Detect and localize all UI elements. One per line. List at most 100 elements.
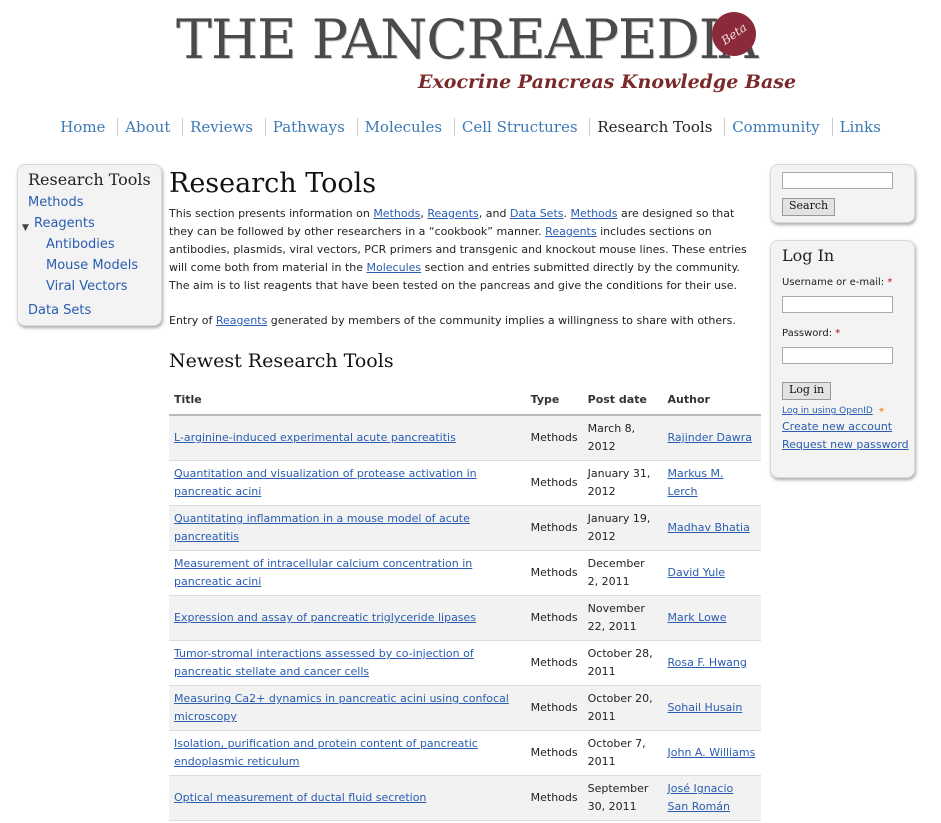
row-type: Methods bbox=[525, 595, 583, 641]
table-row: Quantitation and visualization of protea… bbox=[169, 460, 761, 506]
logo-title: THE PANCREAPEDIA bbox=[176, 8, 758, 71]
table-row: Tumor-stromal interactions assessed by c… bbox=[169, 640, 761, 686]
sidebar-item-reagents[interactable]: Reagents bbox=[34, 216, 95, 231]
row-title-link[interactable]: Tumor-stromal interactions assessed by c… bbox=[174, 647, 474, 678]
row-type: Methods bbox=[525, 730, 583, 776]
col-header-type[interactable]: Type bbox=[525, 393, 583, 416]
table-header-row: Title Type Post date Author bbox=[169, 393, 761, 416]
row-author-link[interactable]: Rosa F. Hwang bbox=[668, 656, 747, 669]
sidebar-item-antibodies[interactable]: Antibodies bbox=[46, 237, 115, 252]
search-input[interactable] bbox=[782, 172, 893, 189]
expanded-arrow-icon[interactable]: ▼ bbox=[22, 223, 29, 233]
openid-icon: ⌖ bbox=[878, 405, 885, 416]
row-date: December 2, 2011 bbox=[582, 550, 663, 596]
row-author-link[interactable]: Sohail Husain bbox=[668, 701, 743, 714]
row-author-link[interactable]: David Yule bbox=[668, 566, 726, 579]
row-date: January 31, 2012 bbox=[582, 460, 663, 506]
link-methods-2[interactable]: Methods bbox=[571, 207, 618, 220]
nav-home[interactable]: Home bbox=[53, 118, 112, 136]
intro-text: This section presents information on bbox=[169, 207, 374, 220]
row-type: Methods bbox=[525, 415, 583, 461]
row-type: Methods bbox=[525, 685, 583, 731]
row-type: Methods bbox=[525, 505, 583, 551]
link-reagents-2[interactable]: Reagents bbox=[545, 225, 596, 238]
primary-nav: Home About Reviews Pathways Molecules Ce… bbox=[0, 118, 941, 136]
row-date: September 30, 2011 bbox=[582, 775, 663, 821]
search-button[interactable]: Search bbox=[782, 198, 836, 216]
nav-links[interactable]: Links bbox=[831, 118, 888, 136]
table-row: Expression and assay of pancreatic trigl… bbox=[169, 595, 761, 641]
row-author-link[interactable]: José Ignacio San Román bbox=[668, 782, 734, 813]
col-header-title[interactable]: Title bbox=[169, 393, 526, 416]
nav-cell-structures[interactable]: Cell Structures bbox=[453, 118, 585, 136]
nav-reviews[interactable]: Reviews bbox=[182, 118, 260, 136]
link-methods[interactable]: Methods bbox=[373, 207, 420, 220]
row-title-link[interactable]: Measurement of intracellular calcium con… bbox=[174, 557, 472, 588]
required-mark: * bbox=[887, 277, 893, 288]
required-mark: * bbox=[835, 328, 841, 339]
row-date: January 19, 2012 bbox=[582, 505, 663, 551]
entry-text: Entry of bbox=[169, 314, 216, 327]
row-date: October 28, 2011 bbox=[582, 640, 663, 686]
username-field[interactable] bbox=[782, 296, 893, 313]
login-button[interactable]: Log in bbox=[782, 382, 832, 400]
nav-pathways[interactable]: Pathways bbox=[264, 118, 352, 136]
research-tools-table: Title Type Post date Author L-arginine-i… bbox=[169, 393, 761, 821]
col-header-author[interactable]: Author bbox=[662, 393, 761, 416]
link-reagents[interactable]: Reagents bbox=[427, 207, 478, 220]
main-content: Research Tools This section presents inf… bbox=[169, 168, 762, 821]
row-title-link[interactable]: Quantitation and visualization of protea… bbox=[174, 467, 477, 498]
row-author-link[interactable]: Markus M. Lerch bbox=[668, 467, 724, 498]
password-label-text: Password: bbox=[782, 328, 833, 339]
intro-text: . bbox=[563, 207, 571, 220]
login-title: Log In bbox=[782, 246, 835, 265]
password-field[interactable] bbox=[782, 347, 893, 364]
row-author-link[interactable]: Madhav Bhatia bbox=[668, 521, 750, 534]
row-date: October 20, 2011 bbox=[582, 685, 663, 731]
link-data-sets[interactable]: Data Sets bbox=[510, 207, 564, 220]
row-title-link[interactable]: Quantitating inflammation in a mouse mod… bbox=[174, 512, 470, 543]
link-reagents-3[interactable]: Reagents bbox=[216, 314, 267, 327]
username-label-text: Username or e-mail: bbox=[782, 277, 885, 288]
table-row: Optical measurement of ductal fluid secr… bbox=[169, 775, 761, 821]
nav-community[interactable]: Community bbox=[724, 118, 827, 136]
entry-text: generated by members of the community im… bbox=[267, 314, 736, 327]
row-author-link[interactable]: Mark Lowe bbox=[668, 611, 727, 624]
openid-link-text[interactable]: Log in using OpenID bbox=[782, 406, 873, 416]
table-row: L-arginine-induced experimental acute pa… bbox=[169, 415, 761, 461]
row-title-link[interactable]: Expression and assay of pancreatic trigl… bbox=[174, 611, 476, 624]
row-author-link[interactable]: John A. Williams bbox=[668, 746, 756, 759]
row-type: Methods bbox=[525, 460, 583, 506]
sidebar-item-viral-vectors[interactable]: Viral Vectors bbox=[46, 279, 127, 294]
page-title: Research Tools bbox=[169, 168, 377, 199]
logo-subtitle: Exocrine Pancreas Knowledge Base bbox=[418, 71, 797, 93]
entry-paragraph: Entry of Reagents generated by members o… bbox=[169, 312, 762, 330]
sidebar-item-data-sets[interactable]: Data Sets bbox=[28, 303, 91, 318]
table-row: Isolation, purification and protein cont… bbox=[169, 730, 761, 776]
row-title-link[interactable]: Optical measurement of ductal fluid secr… bbox=[174, 791, 426, 804]
intro-paragraph: This section presents information on Met… bbox=[169, 205, 762, 295]
nav-molecules[interactable]: Molecules bbox=[356, 118, 450, 136]
table-row: Quantitating inflammation in a mouse mod… bbox=[169, 505, 761, 551]
openid-login-link[interactable]: Log in using OpenID ⌖ bbox=[782, 405, 884, 416]
row-title-link[interactable]: Isolation, purification and protein cont… bbox=[174, 737, 478, 768]
row-title-link[interactable]: Measuring Ca2+ dynamics in pancreatic ac… bbox=[174, 692, 509, 723]
row-title-link[interactable]: L-arginine-induced experimental acute pa… bbox=[174, 431, 456, 444]
request-password-link[interactable]: Request new password bbox=[782, 438, 909, 451]
create-account-link[interactable]: Create new account bbox=[782, 420, 892, 433]
nav-about[interactable]: About bbox=[117, 118, 177, 136]
row-author-link[interactable]: Rajinder Dawra bbox=[668, 431, 752, 444]
link-molecules[interactable]: Molecules bbox=[367, 261, 422, 274]
sidebar-item-methods[interactable]: Methods bbox=[28, 195, 84, 210]
nav-research-tools[interactable]: Research Tools bbox=[589, 118, 719, 136]
site-logo[interactable]: THE PANCREAPEDIA Beta Exocrine Pancreas … bbox=[176, 3, 796, 98]
table-row: Measurement of intracellular calcium con… bbox=[169, 550, 761, 596]
sidebar-item-mouse-models[interactable]: Mouse Models bbox=[46, 258, 138, 273]
sidebar-title: Research Tools bbox=[28, 170, 151, 189]
intro-text: , and bbox=[478, 207, 510, 220]
row-type: Methods bbox=[525, 775, 583, 821]
left-sidebar: Research Tools Methods ▼ Reagents Antibo… bbox=[17, 164, 162, 326]
search-block: Search bbox=[770, 164, 915, 223]
password-label: Password: * bbox=[782, 328, 840, 339]
col-header-date[interactable]: Post date bbox=[582, 393, 663, 416]
